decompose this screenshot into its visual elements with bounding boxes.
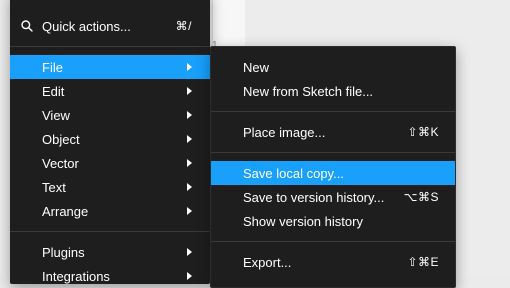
menu-item-vector[interactable]: Vector [10, 151, 210, 175]
submenu-item-show-version-history[interactable]: Show version history [211, 209, 455, 233]
chevron-right-icon [187, 248, 192, 256]
menu-item-arrange[interactable]: Arrange [10, 199, 210, 223]
submenu-item-save-local-copy[interactable]: Save local copy... [211, 161, 455, 185]
quick-actions-label: Quick actions... [42, 18, 131, 34]
chevron-right-icon [187, 207, 192, 215]
menu-item-label: Text [42, 179, 66, 195]
chevron-right-icon [187, 63, 192, 71]
menu-item-object[interactable]: Object [10, 127, 210, 151]
quick-actions-shortcut: ⌘/ [175, 19, 192, 33]
menu-item-label: Object [42, 131, 80, 147]
submenu-item-shortcut: ⇧⌘K [407, 125, 439, 139]
menu-item-label: Plugins [42, 244, 85, 260]
submenu-item-label: Save to version history... [243, 189, 385, 205]
chevron-right-icon [187, 87, 192, 95]
submenu-item-save-to-version-history[interactable]: Save to version history... ⌥⌘S [211, 185, 455, 209]
submenu-item-label: Show version history [243, 213, 363, 229]
chevron-right-icon [187, 272, 192, 280]
chevron-right-icon [187, 159, 192, 167]
menu-item-plugins[interactable]: Plugins [10, 240, 210, 264]
menu-item-view[interactable]: View [10, 103, 210, 127]
chevron-right-icon [187, 183, 192, 191]
menu-item-label: Vector [42, 155, 79, 171]
submenu-item-place-image[interactable]: Place image... ⇧⌘K [211, 120, 455, 144]
submenu-item-new[interactable]: New [211, 55, 455, 79]
submenu-item-label: Save local copy... [243, 165, 344, 181]
menu-item-integrations[interactable]: Integrations [10, 264, 210, 288]
menu-item-text[interactable]: Text [10, 175, 210, 199]
submenu-divider [211, 152, 455, 153]
submenu-item-label: New from Sketch file... [243, 83, 374, 99]
chevron-right-icon [187, 111, 192, 119]
quick-actions-item[interactable]: Quick actions... ⌘/ [10, 14, 210, 38]
menu-divider [10, 231, 210, 232]
submenu-item-new-from-sketch[interactable]: New from Sketch file... [211, 79, 455, 103]
submenu-divider [211, 111, 455, 112]
submenu-item-export[interactable]: Export... ⇧⌘E [211, 250, 455, 274]
submenu-item-label: Place image... [243, 124, 326, 140]
menu-item-label: Edit [42, 83, 65, 99]
submenu-item-label: Export... [243, 254, 292, 270]
menu-item-label: View [42, 107, 70, 123]
menu-divider [10, 46, 210, 47]
menu-item-label: Arrange [42, 203, 89, 219]
search-icon [20, 19, 34, 33]
chevron-right-icon [187, 135, 192, 143]
menu-item-label: File [42, 59, 63, 75]
submenu-item-shortcut: ⌥⌘S [403, 190, 439, 204]
main-menu: Quick actions... ⌘/ File Edit View Objec… [10, 0, 210, 284]
submenu-divider [211, 241, 455, 242]
submenu-item-label: New [243, 59, 270, 75]
file-submenu: New New from Sketch file... Place image.… [210, 46, 456, 288]
submenu-item-shortcut: ⇧⌘E [407, 255, 439, 269]
menu-item-file[interactable]: File [10, 55, 210, 79]
menu-item-label: Integrations [42, 268, 110, 284]
menu-item-edit[interactable]: Edit [10, 79, 210, 103]
